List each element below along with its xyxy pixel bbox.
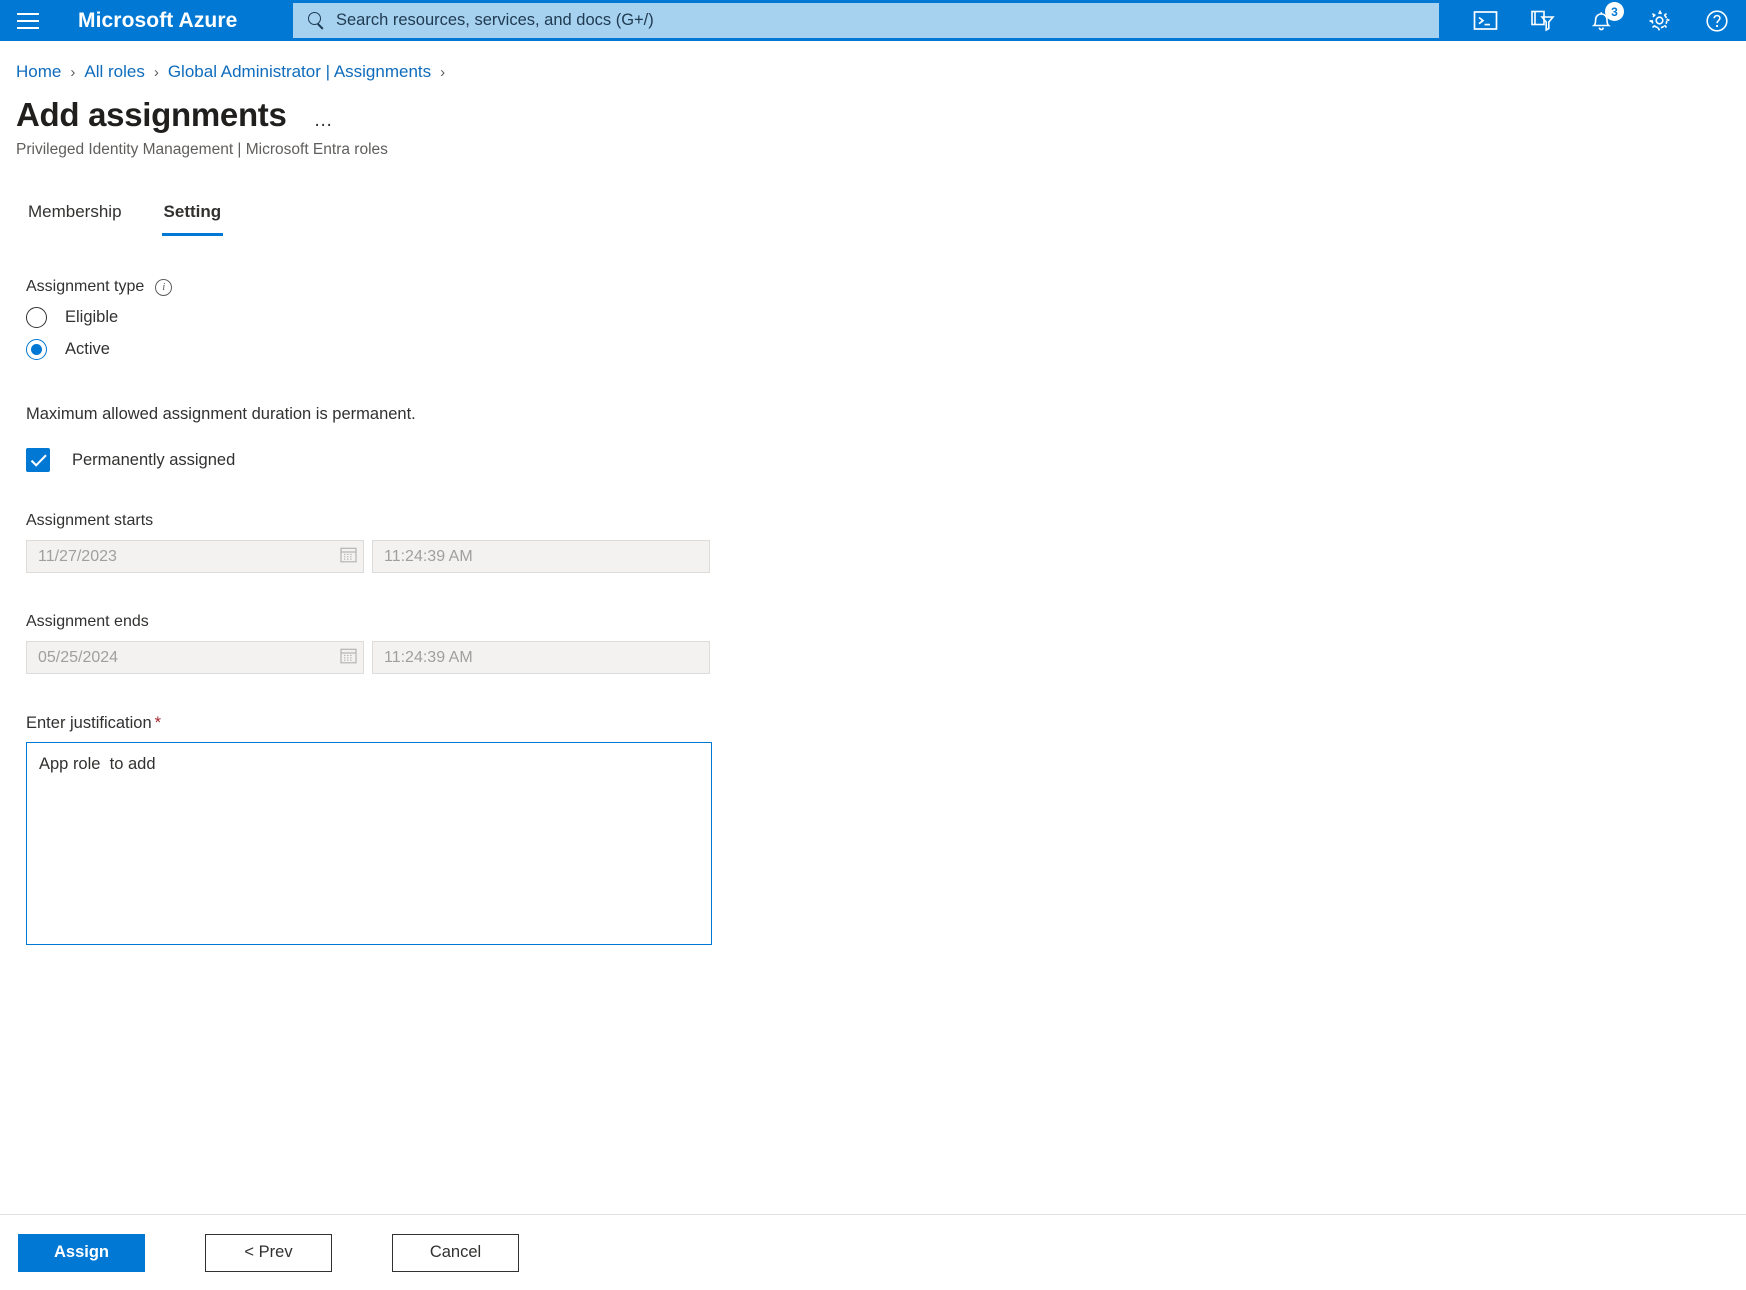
required-asterisk: * bbox=[154, 714, 162, 732]
breadcrumb-item-all-roles[interactable]: All roles bbox=[84, 62, 144, 82]
justification-textarea[interactable] bbox=[26, 742, 712, 945]
assignment-starts-group: Assignment starts 11/27/2023 11:24:39 AM bbox=[26, 512, 926, 573]
notifications-bell-icon[interactable]: 3 bbox=[1572, 0, 1630, 41]
page-header: Add assignments … bbox=[16, 95, 335, 135]
assignment-ends-date-value: 05/25/2024 bbox=[38, 648, 119, 666]
global-search-box[interactable] bbox=[293, 3, 1439, 38]
radio-option-eligible[interactable]: Eligible bbox=[26, 307, 926, 328]
assignment-starts-date-input[interactable]: 11/27/2023 bbox=[26, 540, 364, 573]
top-navigation-bar: Microsoft Azure 3 bbox=[0, 0, 1746, 41]
action-footer: Assign < Prev Cancel bbox=[0, 1214, 1746, 1290]
hamburger-line bbox=[17, 19, 39, 22]
radio-eligible-label: Eligible bbox=[65, 308, 119, 326]
breadcrumb-item-home[interactable]: Home bbox=[16, 62, 61, 82]
assignment-starts-inputs: 11/27/2023 11:24:39 AM bbox=[26, 540, 926, 573]
hamburger-line bbox=[17, 12, 39, 15]
help-question-icon[interactable] bbox=[1688, 0, 1746, 41]
cloud-shell-icon[interactable] bbox=[1456, 0, 1514, 41]
assignment-ends-group: Assignment ends 05/25/2024 11:24:39 AM bbox=[26, 613, 926, 674]
directories-filter-icon[interactable] bbox=[1514, 0, 1572, 41]
duration-note: Maximum allowed assignment duration is p… bbox=[26, 405, 416, 423]
assignment-starts-date-value: 11/27/2023 bbox=[38, 547, 117, 565]
assignment-ends-inputs: 05/25/2024 11:24:39 AM bbox=[26, 641, 926, 674]
page-title: Add assignments bbox=[16, 96, 287, 133]
prev-button[interactable]: < Prev bbox=[205, 1233, 332, 1272]
search-input[interactable] bbox=[336, 11, 1386, 30]
permanently-assigned-checkbox[interactable] bbox=[26, 448, 50, 472]
radio-option-active[interactable]: Active bbox=[26, 339, 926, 360]
assignment-starts-time-input[interactable]: 11:24:39 AM bbox=[372, 540, 710, 573]
permanently-assigned-checkbox-row[interactable]: Permanently assigned bbox=[26, 448, 926, 472]
breadcrumb-separator: › bbox=[153, 63, 159, 81]
assignment-type-label: Assignment type bbox=[26, 278, 145, 295]
hamburger-icon[interactable] bbox=[4, 0, 52, 41]
topbar-icon-group: 3 bbox=[1456, 0, 1746, 41]
justification-label-row: Enter justification * bbox=[26, 714, 926, 733]
notification-count-badge: 3 bbox=[1605, 2, 1624, 21]
radio-eligible-control[interactable] bbox=[26, 307, 47, 328]
breadcrumb-separator: › bbox=[70, 63, 76, 81]
calendar-icon[interactable] bbox=[340, 647, 357, 669]
cancel-button[interactable]: Cancel bbox=[392, 1233, 519, 1272]
assignment-ends-date-input[interactable]: 05/25/2024 bbox=[26, 641, 364, 674]
tab-bar: Membership Setting bbox=[26, 198, 261, 236]
calendar-icon[interactable] bbox=[340, 546, 357, 568]
breadcrumb-item-global-administrator-assignments[interactable]: Global Administrator | Assignments bbox=[168, 62, 431, 82]
permanently-assigned-label: Permanently assigned bbox=[72, 450, 236, 469]
settings-gear-icon[interactable] bbox=[1630, 0, 1688, 41]
search-icon bbox=[307, 11, 326, 30]
azure-brand-label[interactable]: Microsoft Azure bbox=[78, 9, 237, 33]
assignment-ends-time-value: 11:24:39 AM bbox=[384, 648, 473, 666]
info-icon[interactable]: i bbox=[155, 278, 173, 296]
justification-group: Enter justification * bbox=[26, 714, 926, 950]
radio-active-control[interactable] bbox=[26, 339, 47, 360]
breadcrumb: Home › All roles › Global Administrator … bbox=[16, 61, 454, 83]
assignment-starts-time-value: 11:24:39 AM bbox=[384, 547, 473, 565]
assignment-ends-label: Assignment ends bbox=[26, 613, 149, 630]
justification-label: Enter justification bbox=[26, 714, 152, 732]
assign-button[interactable]: Assign bbox=[18, 1233, 145, 1272]
more-options-ellipsis-icon[interactable]: … bbox=[314, 111, 335, 130]
assignment-ends-time-input[interactable]: 11:24:39 AM bbox=[372, 641, 710, 674]
settings-form: Assignment type i Eligible Active Maximu… bbox=[26, 278, 926, 950]
tab-membership[interactable]: Membership bbox=[26, 198, 124, 236]
hamburger-line bbox=[17, 26, 39, 29]
assignment-type-label-row: Assignment type i bbox=[26, 278, 926, 296]
tab-setting[interactable]: Setting bbox=[161, 198, 224, 236]
radio-active-label: Active bbox=[65, 340, 110, 358]
assignment-starts-label: Assignment starts bbox=[26, 512, 154, 529]
page-subtitle: Privileged Identity Management | Microso… bbox=[16, 141, 388, 158]
breadcrumb-separator: › bbox=[440, 63, 446, 81]
